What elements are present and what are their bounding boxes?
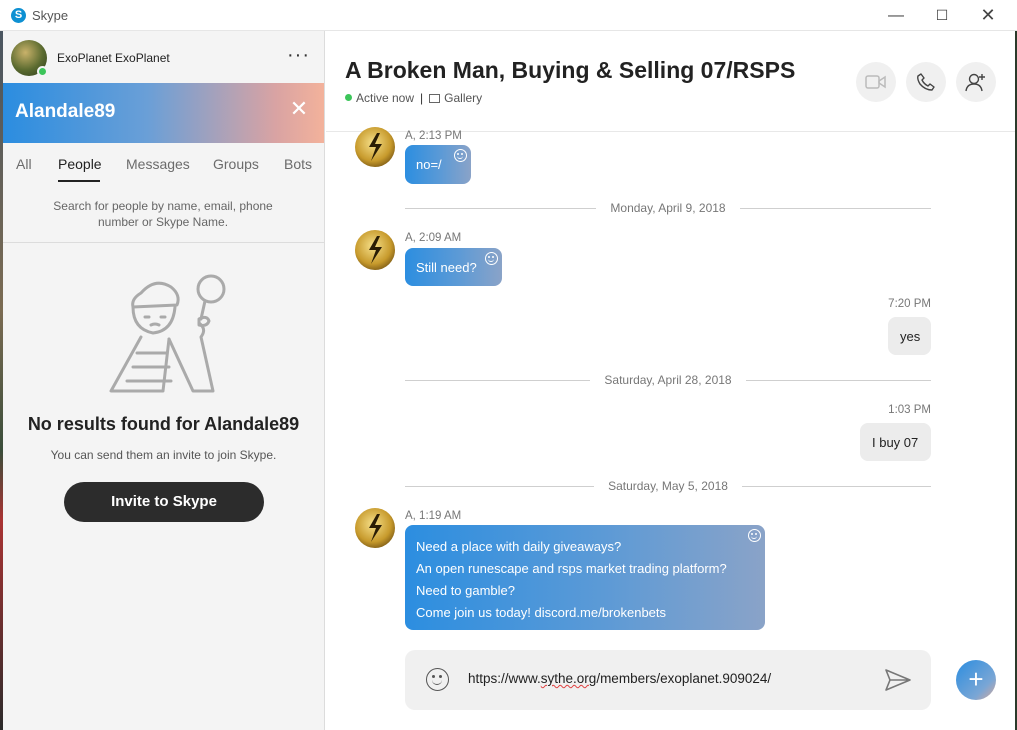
presence-status-dot — [37, 66, 48, 77]
search-hint: Search for people by name, email, phone … — [53, 199, 273, 229]
no-results-illustration — [109, 274, 226, 393]
date-separator: Monday, April 9, 2018 — [405, 201, 931, 215]
close-icon: ✕ — [980, 5, 996, 25]
tab-messages[interactable]: Messages — [126, 156, 190, 172]
date-separator-label: Saturday, April 28, 2018 — [590, 373, 746, 387]
message-line: Need to gamble? — [416, 583, 516, 598]
phone-icon — [917, 73, 935, 91]
empty-state-title: No results found for Alandale89 — [27, 414, 300, 434]
active-tab-indicator — [58, 180, 100, 182]
reaction-icon[interactable] — [454, 149, 467, 162]
date-separator: Saturday, May 5, 2018 — [405, 479, 931, 493]
minimize-icon: — — [888, 7, 904, 24]
message-sender: A, 2:09 AM — [405, 232, 462, 244]
avatar[interactable] — [355, 508, 395, 548]
incoming-message[interactable]: no=/ — [405, 145, 471, 184]
avatar[interactable] — [355, 230, 395, 270]
status-row: Active now | Gallery — [345, 91, 482, 105]
message-line: An open runescape and rsps market tradin… — [416, 561, 727, 576]
add-people-button[interactable] — [956, 62, 996, 102]
date-separator-label: Monday, April 9, 2018 — [596, 201, 740, 215]
skype-window: S Skype — ☐ ✕ ExoPlanet ExoPlanet ··· Al… — [0, 0, 1017, 730]
outgoing-message[interactable]: yes — [888, 317, 931, 355]
message-time: 7:20 PM — [888, 298, 931, 310]
message-sender: A, 2:13 PM — [405, 130, 462, 142]
presence-dot — [345, 94, 352, 101]
message-list: A, 2:13 PM no=/ Monday, April 9, 2018 A,… — [326, 127, 1015, 730]
close-search-icon[interactable]: ✕ — [287, 97, 311, 121]
message-time: 1:03 PM — [888, 404, 931, 416]
message-text: yes — [900, 329, 921, 344]
maximize-icon: ☐ — [935, 7, 949, 23]
message-input-text: https://www. — [468, 671, 541, 686]
message-input[interactable]: https://www.sythe.org/members/exoplanet.… — [468, 671, 771, 686]
empty-state-subtitle: You can send them an invite to join Skyp… — [50, 448, 277, 462]
message-text: I buy 07 — [872, 435, 919, 450]
divider — [3, 242, 324, 243]
window-title: Skype — [32, 8, 69, 23]
message-input-text: /members/exoplanet.909024/ — [596, 671, 772, 686]
tab-people[interactable]: People — [58, 156, 102, 172]
message-composer[interactable]: https://www.sythe.org/members/exoplanet.… — [405, 650, 931, 710]
add-contact-icon — [965, 73, 985, 91]
emoji-icon[interactable] — [426, 668, 449, 691]
skype-logo-icon: S — [11, 8, 26, 23]
date-separator-label: Saturday, May 5, 2018 — [594, 479, 742, 493]
search-input[interactable]: Alandale89 — [15, 101, 115, 123]
tab-all[interactable]: All — [16, 156, 32, 172]
status-text: Active now — [356, 91, 415, 105]
status-separator: | — [420, 91, 424, 105]
lightning-logo-icon — [369, 133, 382, 161]
conversation-title[interactable]: A Broken Man, Buying & Selling 07/RSPS — [345, 57, 795, 84]
message-text: no=/ — [416, 157, 442, 172]
profile-header: ExoPlanet ExoPlanet ··· — [3, 31, 324, 83]
avatar[interactable] — [355, 127, 395, 167]
chat-pane: A Broken Man, Buying & Selling 07/RSPS A… — [326, 31, 1015, 730]
chat-header: A Broken Man, Buying & Selling 07/RSPS A… — [326, 31, 1015, 132]
misspelled-word: sythe.org — [540, 671, 597, 686]
minimize-button[interactable]: — — [873, 0, 919, 31]
lightning-logo-icon — [369, 236, 382, 264]
send-icon[interactable] — [884, 667, 912, 693]
search-banner: Alandale89 ✕ — [3, 83, 324, 143]
lightning-logo-icon — [369, 514, 382, 542]
gallery-label: Gallery — [444, 91, 483, 105]
more-icon[interactable]: ··· — [287, 45, 310, 65]
video-call-button[interactable] — [856, 62, 896, 102]
gallery-icon — [429, 94, 441, 103]
incoming-message[interactable]: Still need? — [405, 248, 502, 286]
sidebar: ExoPlanet ExoPlanet ··· Alandale89 ✕ All… — [3, 31, 325, 730]
tab-groups[interactable]: Groups — [213, 156, 259, 172]
title-bar: S Skype — ☐ ✕ — [0, 0, 1017, 31]
date-separator: Saturday, April 28, 2018 — [405, 373, 931, 387]
audio-call-button[interactable] — [906, 62, 946, 102]
tab-bots[interactable]: Bots — [284, 156, 312, 172]
profile-name[interactable]: ExoPlanet ExoPlanet — [57, 51, 170, 65]
close-window-button[interactable]: ✕ — [965, 0, 1011, 31]
video-call-icon — [865, 75, 886, 89]
outgoing-message[interactable]: I buy 07 — [860, 423, 931, 461]
message-sender: A, 1:19 AM — [405, 510, 462, 522]
reaction-icon[interactable] — [485, 252, 498, 265]
message-text: Still need? — [416, 260, 477, 275]
message-line: Need a place with daily giveaways? — [416, 539, 622, 554]
incoming-message[interactable]: Need a place with daily giveaways? An op… — [405, 525, 765, 630]
maximize-button[interactable]: ☐ — [919, 0, 965, 31]
gallery-link[interactable]: Gallery — [429, 91, 482, 105]
reaction-icon[interactable] — [748, 529, 761, 542]
message-line: Come join us today! discord.me/brokenbet… — [416, 605, 667, 620]
search-tabs: All People Messages Groups Bots — [3, 151, 324, 187]
invite-to-skype-button[interactable]: Invite to Skype — [64, 482, 264, 522]
plus-icon[interactable]: + — [956, 660, 996, 700]
